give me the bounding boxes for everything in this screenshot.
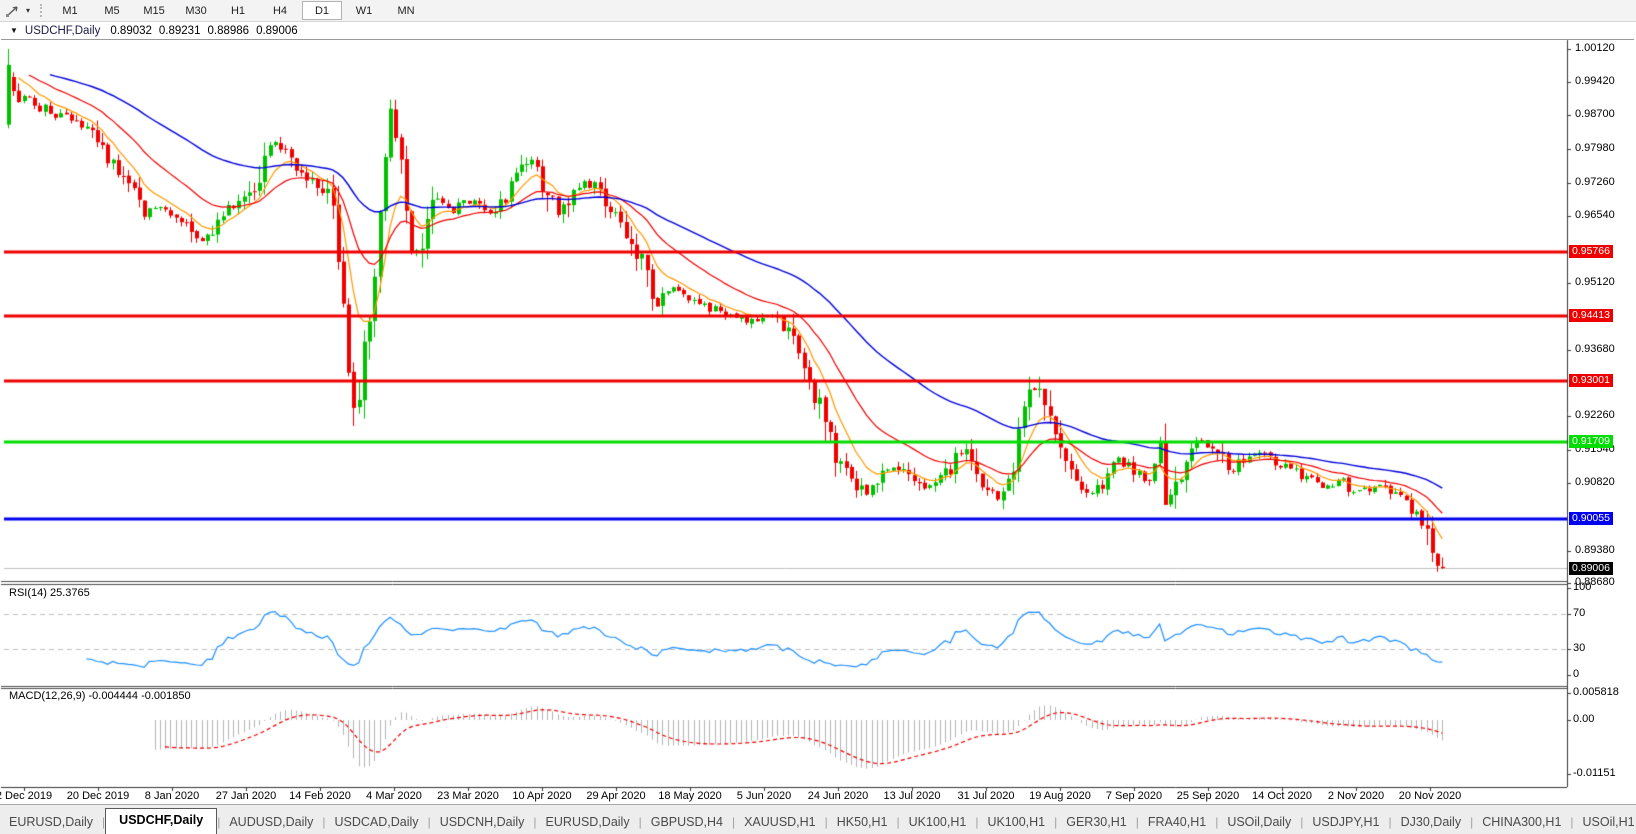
tab-AUDUSD-Daily[interactable]: AUDUSD,Daily bbox=[220, 811, 322, 834]
timeframe-toolbar: ▾ M1M5M15M30H1H4D1W1MN bbox=[0, 0, 1636, 22]
collapse-triangle-icon[interactable]: ▼ bbox=[10, 26, 18, 35]
tab-EURUSD-Daily[interactable]: EURUSD,Daily bbox=[0, 811, 102, 834]
timeframe-button-H4[interactable]: H4 bbox=[260, 1, 300, 20]
timeframe-button-W1[interactable]: W1 bbox=[344, 1, 384, 20]
toolbar-grip-handle[interactable] bbox=[40, 4, 42, 17]
tab-USDJPY-H1[interactable]: USDJPY,H1 bbox=[1303, 811, 1388, 834]
chart-tool-icon[interactable] bbox=[2, 2, 22, 19]
chart-tool-dropdown-icon[interactable]: ▾ bbox=[22, 6, 34, 15]
timeframe-button-H1[interactable]: H1 bbox=[218, 1, 258, 20]
tab-CHINA300-H1[interactable]: CHINA300,H1 bbox=[1473, 811, 1570, 834]
tab-UK100-H1[interactable]: UK100,H1 bbox=[978, 811, 1054, 834]
timeframe-button-M5[interactable]: M5 bbox=[92, 1, 132, 20]
tab-DJ30-Daily[interactable]: DJ30,Daily bbox=[1392, 811, 1470, 834]
ohlc-open-value: 0.89032 bbox=[110, 25, 152, 37]
tab-USDCAD-Daily[interactable]: USDCAD,Daily bbox=[326, 811, 428, 834]
ohlc-high-value: 0.89231 bbox=[159, 25, 201, 37]
tab-EURUSD-Daily[interactable]: EURUSD,Daily bbox=[537, 811, 639, 834]
tab-USOil-Daily[interactable]: USOil,Daily bbox=[1218, 811, 1300, 834]
tab-FRA40-H1[interactable]: FRA40,H1 bbox=[1139, 811, 1215, 834]
main-chart-canvas[interactable] bbox=[0, 0, 1636, 834]
timeframe-button-MN[interactable]: MN bbox=[386, 1, 426, 20]
trading-platform-window: ▾ M1M5M15M30H1H4D1W1MN ▼ USDCHF,Daily 0.… bbox=[0, 0, 1636, 834]
tab-USOil-H1[interactable]: USOil,H1 bbox=[1574, 811, 1636, 834]
chart-ohlc-header: ▼ USDCHF,Daily 0.89032 0.89231 0.88986 0… bbox=[1, 22, 1634, 40]
timeframe-buttons: M1M5M15M30H1H4D1W1MN bbox=[49, 1, 427, 20]
tab-USDCNH-Daily[interactable]: USDCNH,Daily bbox=[431, 811, 534, 834]
tab-GER30-H1[interactable]: GER30,H1 bbox=[1057, 811, 1135, 834]
tab-UK100-H1[interactable]: UK100,H1 bbox=[900, 811, 976, 834]
timeframe-button-M1[interactable]: M1 bbox=[50, 1, 90, 20]
timeframe-button-M15[interactable]: M15 bbox=[134, 1, 174, 20]
chart-tab-bar: EURUSD,Daily|USDCHF,Daily|AUDUSD,Daily|U… bbox=[0, 804, 1636, 834]
tab-XAUUSD-H1[interactable]: XAUUSD,H1 bbox=[735, 811, 825, 834]
ohlc-close-value: 0.89006 bbox=[256, 25, 298, 37]
tab-GBPUSD-H4[interactable]: GBPUSD,H4 bbox=[642, 811, 732, 834]
tab-HK50-H1[interactable]: HK50,H1 bbox=[828, 811, 897, 834]
timeframe-button-D1[interactable]: D1 bbox=[302, 1, 342, 20]
tab-USDCHF-Daily[interactable]: USDCHF,Daily bbox=[105, 808, 217, 834]
ohlc-low-value: 0.88986 bbox=[207, 25, 249, 37]
timeframe-button-M30[interactable]: M30 bbox=[176, 1, 216, 20]
chart-symbol-label: USDCHF,Daily bbox=[25, 25, 100, 37]
